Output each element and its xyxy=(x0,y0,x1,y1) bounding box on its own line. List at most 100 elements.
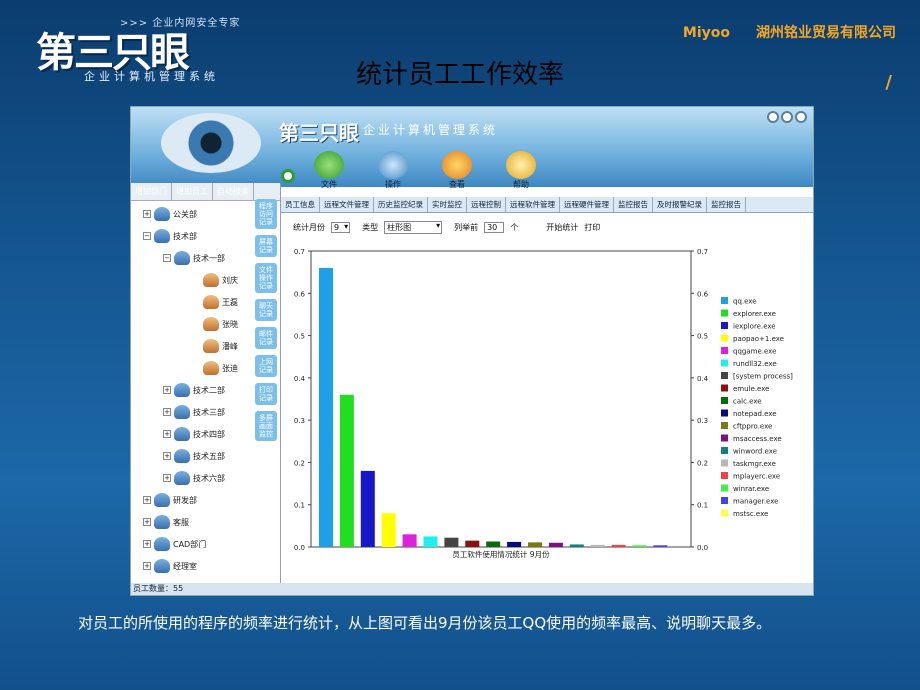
toolbar-file[interactable]: 文件 xyxy=(301,151,357,190)
legend-label: winword.exe xyxy=(733,448,777,456)
bar xyxy=(507,541,522,547)
bar xyxy=(611,544,626,547)
legend-swatch xyxy=(721,334,728,342)
tree-node[interactable]: + 技术三部 xyxy=(163,405,225,419)
side-tab[interactable]: 上网记录 xyxy=(255,355,277,377)
start-stats-button[interactable]: 开始统计 xyxy=(546,222,578,233)
tree-node-label: 客服 xyxy=(173,517,189,527)
tree-node[interactable]: + CAD部门 xyxy=(143,537,206,551)
function-tab[interactable]: 远程硬件管理 xyxy=(560,197,614,212)
tree-node-label: 技术五部 xyxy=(193,451,225,461)
type-select[interactable]: 柱形图 xyxy=(384,221,443,234)
window-controls xyxy=(767,111,807,123)
bar xyxy=(528,542,542,547)
function-tab[interactable]: 实时监控 xyxy=(428,197,467,212)
expand-toggle-icon[interactable]: + xyxy=(143,210,151,218)
expand-toggle-icon[interactable]: + xyxy=(143,496,151,504)
expand-toggle-icon[interactable]: − xyxy=(143,232,151,240)
tree-node[interactable]: + 技术四部 xyxy=(163,427,225,441)
print-button[interactable]: 打印 xyxy=(584,222,600,233)
tree-node[interactable]: + 研发部 xyxy=(143,493,197,507)
expand-toggle-icon[interactable]: + xyxy=(163,474,171,482)
side-tab[interactable]: 屏幕记录 xyxy=(255,235,277,257)
month-select[interactable]: 9 xyxy=(331,222,351,233)
tree-node-label: 技术部 xyxy=(173,231,197,241)
legend-swatch xyxy=(721,359,728,367)
eye-logo-icon xyxy=(161,113,261,173)
expand-toggle-icon[interactable]: + xyxy=(163,430,171,438)
tree-node[interactable]: − 技术部 xyxy=(143,229,197,243)
expand-toggle-icon[interactable]: + xyxy=(143,540,151,548)
tree-node-label: 研发部 xyxy=(173,495,197,505)
file-icon xyxy=(314,151,344,179)
user-icon xyxy=(203,339,219,353)
maximize-icon[interactable] xyxy=(781,111,793,123)
user-icon xyxy=(203,317,219,331)
group-icon xyxy=(154,493,170,507)
toolbar-operate[interactable]: 操作 xyxy=(365,151,421,190)
legend-label: calc.exe xyxy=(733,398,762,406)
group-icon xyxy=(174,449,190,463)
group-icon xyxy=(174,471,190,485)
refresh-icon[interactable] xyxy=(281,169,295,183)
group-icon xyxy=(154,207,170,221)
tree-node[interactable]: + 公关部 xyxy=(143,207,197,221)
function-tab[interactable]: 远程软件管理 xyxy=(506,197,560,212)
legend-label: [system process] xyxy=(733,373,793,381)
auto-search-button[interactable]: 自动搜索 xyxy=(213,183,254,200)
add-employee-button[interactable]: 增加员工 xyxy=(172,183,213,200)
side-tab[interactable]: 聊天记录 xyxy=(255,299,277,321)
add-department-button[interactable]: 增加部门 xyxy=(131,183,172,200)
user-icon xyxy=(203,361,219,375)
expand-toggle-icon[interactable]: + xyxy=(163,408,171,416)
function-tab[interactable]: 远程文件管理 xyxy=(320,197,374,212)
function-tab[interactable]: 历史监控纪录 xyxy=(374,197,428,212)
toolbar-view[interactable]: 查看 xyxy=(429,151,485,190)
side-tab[interactable]: 邮件记录 xyxy=(255,327,277,349)
tree-node-label: 技术二部 xyxy=(193,385,225,395)
tree-node[interactable]: − 技术一部 xyxy=(163,251,225,265)
function-tabs: 员工信息 远程文件管理 历史监控纪录 实时监控 远程控制 远程软件管理 远程硬件管理 监控报告… xyxy=(281,197,813,213)
function-tab[interactable]: 远程控制 xyxy=(467,197,506,212)
toolbar-help[interactable]: 帮助 xyxy=(493,151,549,190)
bar xyxy=(653,545,668,547)
tree-node[interactable]: 张晓 xyxy=(203,317,238,331)
minimize-icon[interactable] xyxy=(767,111,779,123)
expand-toggle-icon[interactable]: + xyxy=(143,562,151,570)
bar xyxy=(319,267,333,547)
legend-label: mplayerc.exe xyxy=(733,473,780,481)
help-icon xyxy=(506,151,536,179)
expand-toggle-icon[interactable]: + xyxy=(163,386,171,394)
page-title: 统计员工工作效率 xyxy=(355,60,564,90)
tree-node[interactable]: + 客服 xyxy=(143,515,189,529)
tree-node[interactable]: + 经理室 xyxy=(143,559,197,573)
tree-node[interactable]: + 技术二部 xyxy=(163,383,225,397)
tree-node[interactable]: 张迪 xyxy=(203,361,238,375)
tree-node[interactable]: 刘庆 xyxy=(203,273,238,287)
function-tab[interactable]: 及时报警纪录 xyxy=(653,197,707,212)
tree-node[interactable]: + 技术五部 xyxy=(163,449,225,463)
tree-node[interactable]: 潘峰 xyxy=(203,339,238,353)
legend-label: qqgame.exe xyxy=(733,348,776,356)
bar xyxy=(381,513,396,547)
y-tick-label-left: 0.3 xyxy=(294,417,305,425)
close-icon[interactable] xyxy=(795,111,807,123)
tree-node-label: 潘峰 xyxy=(222,341,238,351)
expand-toggle-icon[interactable]: + xyxy=(143,518,151,526)
side-tab[interactable]: 程序访问记录 xyxy=(255,199,277,229)
expand-toggle-icon[interactable]: + xyxy=(163,452,171,460)
side-tab[interactable]: 多屏画面监控 xyxy=(255,411,277,441)
function-tab[interactable]: 监控报告 xyxy=(614,197,653,212)
tree-node[interactable]: + 技术六部 xyxy=(163,471,225,485)
side-tab[interactable]: 打印记录 xyxy=(255,383,277,405)
bar xyxy=(569,544,584,547)
expand-toggle-icon[interactable]: − xyxy=(163,254,171,262)
function-tab[interactable]: 员工信息 xyxy=(281,197,320,212)
toolbar-operate-label: 操作 xyxy=(385,180,401,189)
top-input[interactable]: 30 xyxy=(484,222,505,233)
y-tick-label-right: 0.2 xyxy=(697,459,708,467)
legend-label: notepad.exe xyxy=(733,410,777,418)
side-tab[interactable]: 文件操作记录 xyxy=(255,263,277,293)
tree-node[interactable]: 王磊 xyxy=(203,295,238,309)
function-tab[interactable]: 监控报告 xyxy=(707,197,746,212)
